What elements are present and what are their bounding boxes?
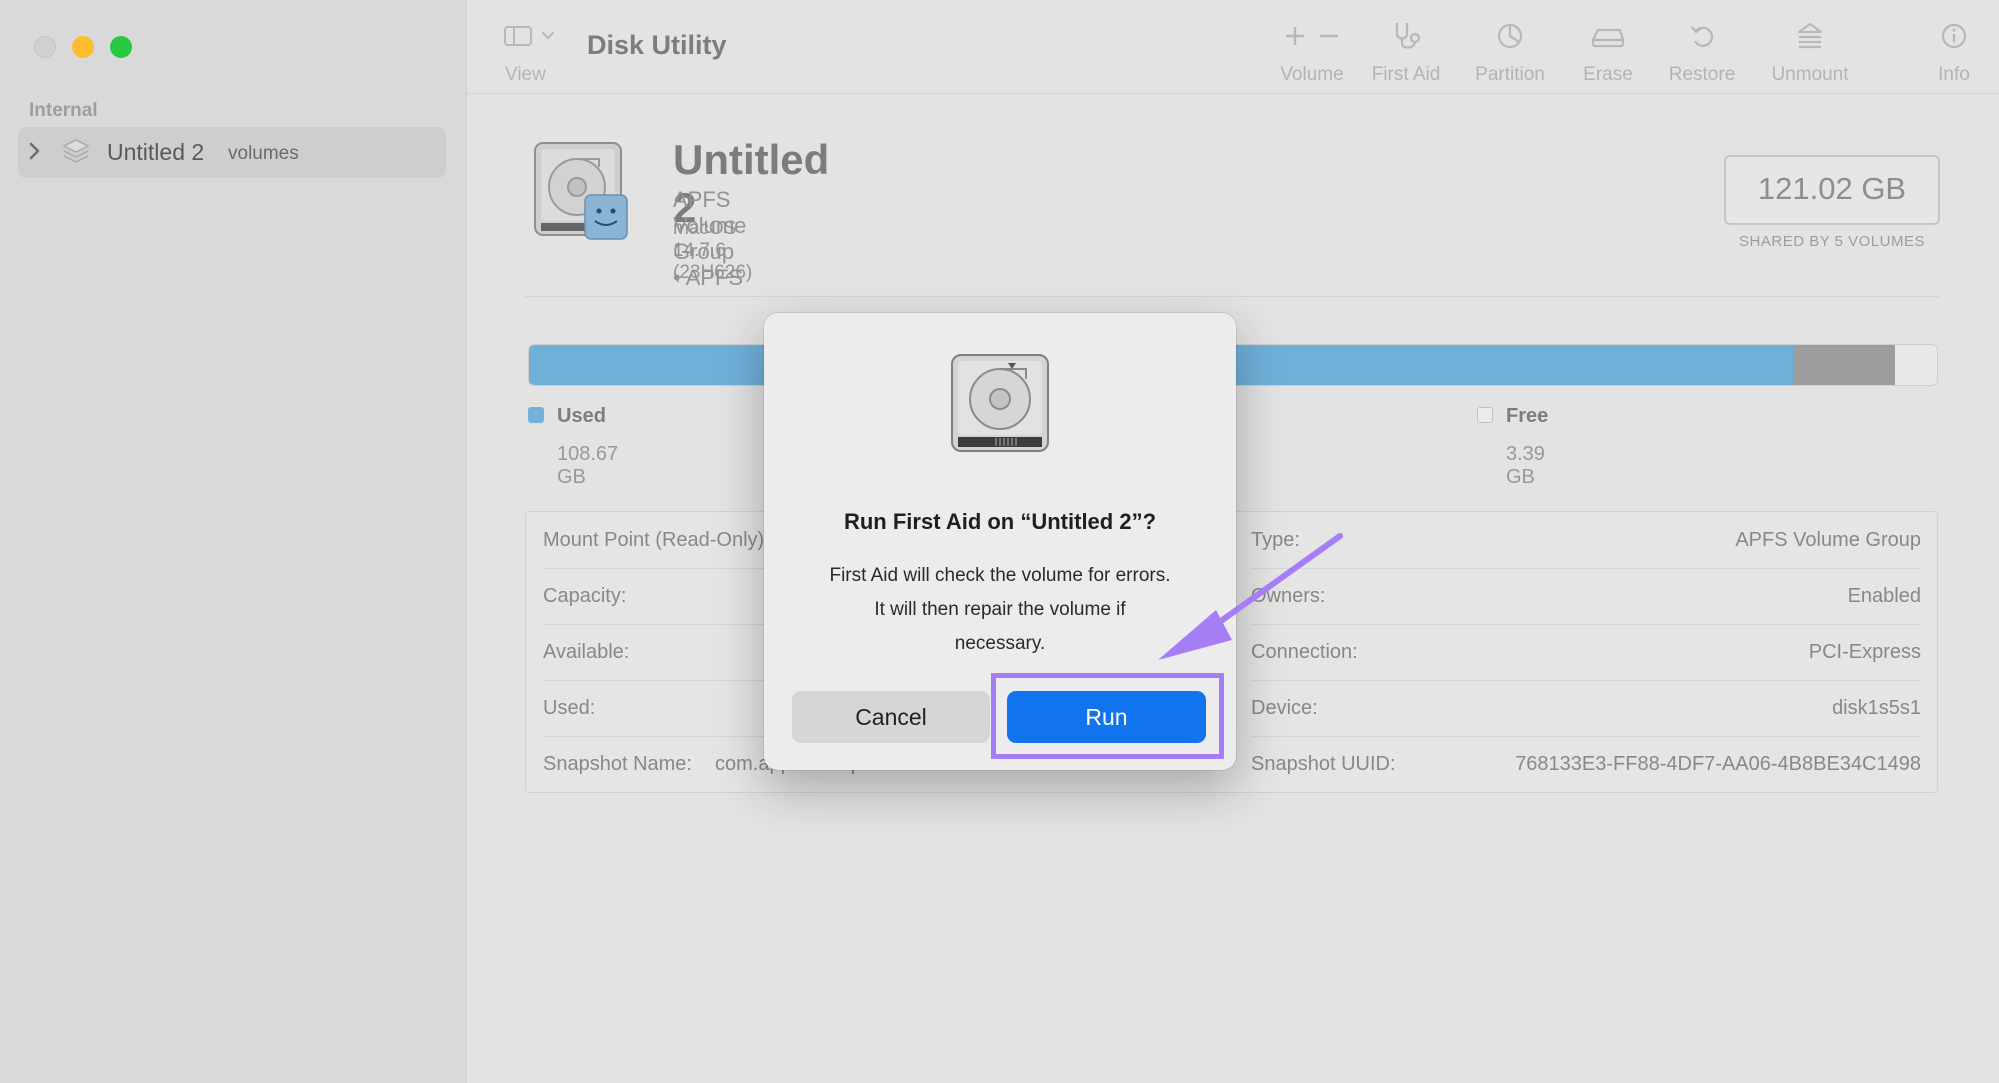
close-window-button[interactable] — [34, 36, 56, 58]
volume-size: 121.02 GB — [1724, 155, 1940, 225]
used-legend-value: 108.67 GB — [557, 443, 619, 488]
first-aid-button[interactable]: First Aid — [1351, 18, 1461, 86]
dialog-message: First Aid will check the volume for erro… — [794, 559, 1206, 661]
view-button[interactable]: View — [503, 24, 573, 85]
sidebar-toggle-icon — [503, 24, 561, 53]
info-value: Enabled — [1847, 585, 1921, 607]
info-key: Snapshot Name: — [543, 753, 692, 775]
info-row: Owners: Enabled — [1251, 568, 1921, 624]
used-legend-swatch — [528, 407, 544, 423]
dialog-message-line: It will then repair the volume if — [874, 599, 1126, 620]
plus-minus-icon — [1286, 27, 1338, 45]
usage-bar-other-segment — [1793, 345, 1895, 385]
stethoscope-icon — [1395, 23, 1421, 49]
info-key: Snapshot UUID: — [1251, 753, 1396, 775]
erase-label: Erase — [1583, 64, 1633, 85]
sidebar-item-label: Untitled 2 — [107, 139, 205, 165]
info-row: Snapshot UUID: 768133E3-FF88-4DF7-AA06-4… — [1251, 736, 1921, 792]
pointer-arrow-annotation — [1150, 530, 1350, 685]
cancel-button[interactable]: Cancel — [792, 691, 990, 743]
info-label: Info — [1938, 64, 1970, 85]
chevron-right-icon[interactable] — [28, 141, 42, 166]
first-aid-label: First Aid — [1371, 64, 1441, 85]
minimize-window-button[interactable] — [72, 36, 94, 58]
hard-disk-icon — [946, 349, 1054, 464]
info-key: Used: — [543, 697, 596, 719]
info-row: Device: disk1s5s1 — [1251, 680, 1921, 736]
info-value: APFS Volume Group — [1735, 529, 1921, 551]
info-value: disk1s5s1 — [1832, 697, 1921, 719]
disk-utility-window: Internal Untitled 2 volumes View Disk Ut… — [0, 0, 1999, 1083]
sidebar-item-untitled-2[interactable]: Untitled 2 volumes — [18, 127, 446, 178]
app-title: Disk Utility — [587, 30, 727, 60]
erase-button[interactable]: Erase — [1563, 18, 1653, 86]
info-key: Capacity: — [543, 585, 627, 607]
info-value: PCI-Express — [1808, 641, 1921, 663]
hard-disk-icon — [527, 137, 637, 252]
info-button[interactable]: Info — [1918, 18, 1990, 86]
info-key: Mount Point (Read-Only): — [543, 529, 770, 551]
volume-size-caption: SHARED BY 5 VOLUMES — [1739, 233, 1925, 250]
run-button-highlight-box — [991, 673, 1224, 759]
divider — [525, 296, 1939, 297]
eraser-icon — [1591, 28, 1625, 48]
info-key: Available: — [543, 641, 630, 663]
view-label: View — [505, 64, 546, 85]
partition-label: Partition — [1475, 64, 1545, 85]
sidebar: Internal Untitled 2 volumes — [0, 0, 467, 1083]
eject-icon — [1797, 22, 1823, 49]
info-row: Type: APFS Volume Group — [1251, 512, 1921, 568]
info-icon — [1941, 23, 1967, 49]
used-legend-label: Used — [557, 405, 606, 427]
stack-layers-icon — [60, 136, 92, 168]
free-legend-label: Free — [1506, 405, 1549, 427]
free-legend-swatch — [1477, 407, 1493, 423]
dialog-message-line: necessary. — [954, 633, 1046, 654]
dialog-message-line: First Aid will check the volume for erro… — [829, 565, 1171, 586]
info-row: Connection: PCI-Express — [1251, 624, 1921, 680]
pie-chart-icon — [1497, 23, 1523, 49]
restore-label: Restore — [1668, 64, 1736, 85]
info-value: 768133E3-FF88-4DF7-AA06-4B8BE34C1498 — [1515, 753, 1921, 775]
partition-button[interactable]: Partition — [1455, 18, 1565, 86]
info-key: Device: — [1251, 697, 1318, 719]
unmount-label: Unmount — [1771, 64, 1849, 85]
restore-arrow-icon — [1691, 26, 1714, 47]
toolbar: View Disk Utility Volume First Aid Parti… — [467, 0, 1999, 94]
sidebar-item-sublabel: volumes — [228, 143, 299, 164]
sidebar-section-internal: Internal — [29, 100, 98, 121]
volume-os-version: macOS 14.7.6 (23H626) — [673, 218, 753, 283]
maximize-window-button[interactable] — [110, 36, 132, 58]
free-legend-value: 3.39 GB — [1506, 443, 1545, 488]
unmount-button[interactable]: Unmount — [1750, 18, 1870, 86]
restore-button[interactable]: Restore — [1647, 18, 1757, 86]
